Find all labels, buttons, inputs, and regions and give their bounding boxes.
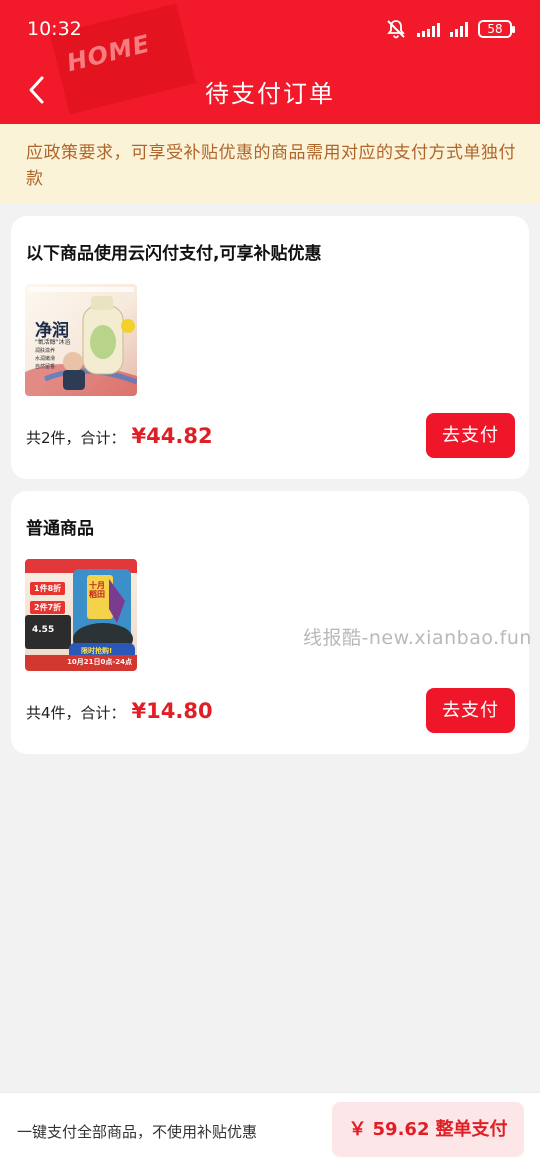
thumb-sub-text: "氧活醇"沐浴	[35, 339, 71, 346]
pay-button[interactable]: 去支付	[426, 688, 515, 733]
bottom-bar: 一键支付全部商品，不使用补贴优惠 ￥ 59.62 整单支付	[0, 1092, 540, 1165]
bell-off-icon	[387, 20, 405, 39]
thumb-bullet: 自然留香	[35, 364, 56, 370]
pay-button[interactable]: 去支付	[426, 413, 515, 458]
sale-date-text: 10月21日0点-24点	[67, 658, 132, 666]
policy-notice: 应政策要求，可享受补贴优惠的商品需用对应的支付方式单独付款	[0, 124, 540, 204]
product-thumbnail-rice[interactable]: 1件8折 2件7折 4.55 十月稻田 限时抢购! 10月21日0点-24点	[25, 559, 137, 671]
signal-icon-2	[450, 21, 468, 37]
status-time: 10:32	[27, 18, 82, 40]
promo-badge-1: 1件8折	[30, 582, 66, 595]
thumb-bullet: 润肤滋养	[35, 348, 56, 354]
status-icons: 58	[385, 18, 515, 40]
thumb-bullet: 水润嫩滑	[35, 356, 56, 362]
order-total-price: ¥14.80	[131, 699, 213, 723]
product-thumbnail-shower-gel[interactable]: 净润 "氧活醇"沐浴 润肤滋养 水润嫩滑 自然留香	[25, 284, 137, 396]
promo-badge-2: 2件7折	[30, 601, 66, 614]
sale-text: 限时抢购!	[81, 647, 113, 655]
bottom-note: 一键支付全部商品，不使用补贴优惠	[17, 1123, 258, 1141]
promo-price: 4.55	[32, 625, 55, 635]
page-title: 待支付订单	[205, 80, 335, 108]
pay-all-label: 整单支付	[435, 1119, 508, 1140]
order-card-title: 普通商品	[26, 519, 94, 539]
order-count-label: 共2件，合计：	[26, 429, 126, 447]
order-count-label: 共4件，合计：	[26, 704, 126, 722]
order-card-title: 以下商品使用云闪付支付,可享补贴优惠	[26, 244, 322, 264]
rice-brand-text: 十月稻田	[89, 581, 105, 599]
order-total-price: ¥44.82	[131, 424, 213, 448]
total-currency: ￥	[348, 1119, 367, 1140]
total-amount: 59.62	[372, 1119, 430, 1140]
signal-icon-1	[417, 21, 440, 37]
battery-icon: 58	[478, 20, 515, 38]
order-card-subsidy: 以下商品使用云闪付支付,可享补贴优惠 净润 "氧活醇"沐浴 润肤滋养 水润嫩滑 …	[11, 216, 529, 479]
watermark-text: 线报酷-new.xianbao.fun	[303, 627, 532, 649]
pay-all-button[interactable]: ￥ 59.62 整单支付	[332, 1102, 524, 1157]
status-bar: 10:32 58	[0, 0, 540, 62]
order-summary: 共4件，合计： ¥14.80	[26, 699, 213, 723]
order-summary: 共2件，合计： ¥44.82	[26, 424, 213, 448]
header: HOME 10:32 58 待支付订单	[0, 0, 540, 124]
